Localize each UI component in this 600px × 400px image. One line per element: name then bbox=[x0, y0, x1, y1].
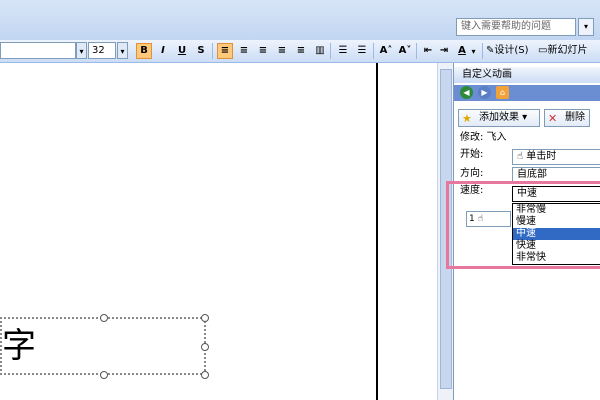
toolbar-separator bbox=[330, 43, 331, 59]
font-name-dropdown-icon[interactable]: ▾ bbox=[76, 42, 87, 59]
remove-label: 删除 bbox=[565, 112, 585, 123]
back-icon[interactable]: ◀ bbox=[460, 86, 473, 99]
resize-handle[interactable] bbox=[100, 314, 108, 322]
distribute-button[interactable]: ≡ bbox=[293, 43, 309, 59]
add-effect-icon: ★ bbox=[462, 112, 472, 125]
toolbar-separator bbox=[416, 43, 417, 59]
slide-border bbox=[376, 63, 378, 400]
new-slide-button[interactable]: ▭新幻灯片 bbox=[538, 43, 600, 59]
resize-handle[interactable] bbox=[201, 314, 209, 322]
font-color-dropdown-icon[interactable]: ▾ bbox=[468, 43, 479, 59]
textbox-text: 字 bbox=[2, 326, 36, 366]
bullets-button[interactable]: ☰ bbox=[335, 43, 351, 59]
resize-handle[interactable] bbox=[201, 371, 209, 379]
font-size-dropdown-icon[interactable]: ▾ bbox=[117, 42, 128, 59]
start-select[interactable]: ☝ 单击时 bbox=[512, 149, 600, 165]
design-button-label: 设计(S) bbox=[494, 45, 529, 56]
shadow-button[interactable]: S bbox=[193, 43, 209, 59]
modify-label: 修改: 飞入 bbox=[460, 132, 507, 143]
align-center-button[interactable]: ≡ bbox=[236, 43, 252, 59]
remove-icon: ✕ bbox=[548, 112, 558, 125]
formatting-toolbar: ▾ 32 ▾ B I U S ≡ ≡ ≡ ≡ ≡ ▥ ☰ ☰ A˄ A˅ ⇤ ⇥… bbox=[0, 40, 600, 63]
slide-canvas[interactable]: 字 bbox=[0, 63, 438, 400]
font-name-combobox[interactable] bbox=[0, 42, 76, 59]
toolbar-separator bbox=[373, 43, 374, 59]
start-value: 单击时 bbox=[526, 151, 557, 162]
numbering-button[interactable]: ☰ bbox=[354, 43, 370, 59]
decrease-font-size-button[interactable]: A˅ bbox=[397, 43, 413, 59]
increase-font-size-button[interactable]: A˄ bbox=[378, 43, 394, 59]
font-size-combobox[interactable]: 32 bbox=[88, 42, 116, 59]
underline-button[interactable]: U bbox=[174, 43, 190, 59]
design-button[interactable]: ✎设计(S) bbox=[486, 43, 534, 59]
decrease-indent-button[interactable]: ⇤ bbox=[420, 43, 436, 59]
toolbar-separator bbox=[482, 43, 483, 59]
forward-icon[interactable]: ▶ bbox=[478, 86, 491, 99]
pane-navigation-bar: ◀ ▶ ⌂ bbox=[454, 85, 600, 101]
pane-title: 自定义动画 bbox=[454, 67, 600, 83]
justify-button[interactable]: ≡ bbox=[274, 43, 290, 59]
help-search-input[interactable]: 键入需要帮助的问题 bbox=[456, 18, 576, 36]
resize-handle[interactable] bbox=[100, 371, 108, 379]
bold-button[interactable]: B bbox=[136, 43, 152, 59]
help-dropdown-button[interactable]: ▾ bbox=[578, 18, 594, 36]
slide-textbox[interactable]: 字 bbox=[0, 317, 206, 375]
toolbar-separator bbox=[212, 43, 213, 59]
resize-handle[interactable] bbox=[201, 343, 209, 351]
home-icon[interactable]: ⌂ bbox=[496, 86, 509, 99]
direction-label: 方向: bbox=[460, 168, 484, 179]
columns-icon[interactable]: ▥ bbox=[312, 43, 328, 59]
align-left-button[interactable]: ≡ bbox=[217, 43, 233, 59]
new-slide-button-label: 新幻灯片 bbox=[547, 45, 588, 56]
title-bar: 键入需要帮助的问题 ▾ bbox=[0, 0, 600, 40]
add-effect-label: 添加效果 ▾ bbox=[479, 112, 528, 123]
italic-button[interactable]: I bbox=[155, 43, 171, 59]
align-right-button[interactable]: ≡ bbox=[255, 43, 271, 59]
remove-effect-button[interactable]: ✕ 删除 bbox=[544, 109, 590, 127]
increase-indent-button[interactable]: ⇥ bbox=[436, 43, 452, 59]
start-label: 开始: bbox=[460, 149, 484, 160]
annotation-highlight-box bbox=[446, 181, 600, 269]
add-effect-button[interactable]: ★ 添加效果 ▾ bbox=[458, 109, 540, 127]
mouse-icon: ☝ bbox=[517, 151, 524, 162]
